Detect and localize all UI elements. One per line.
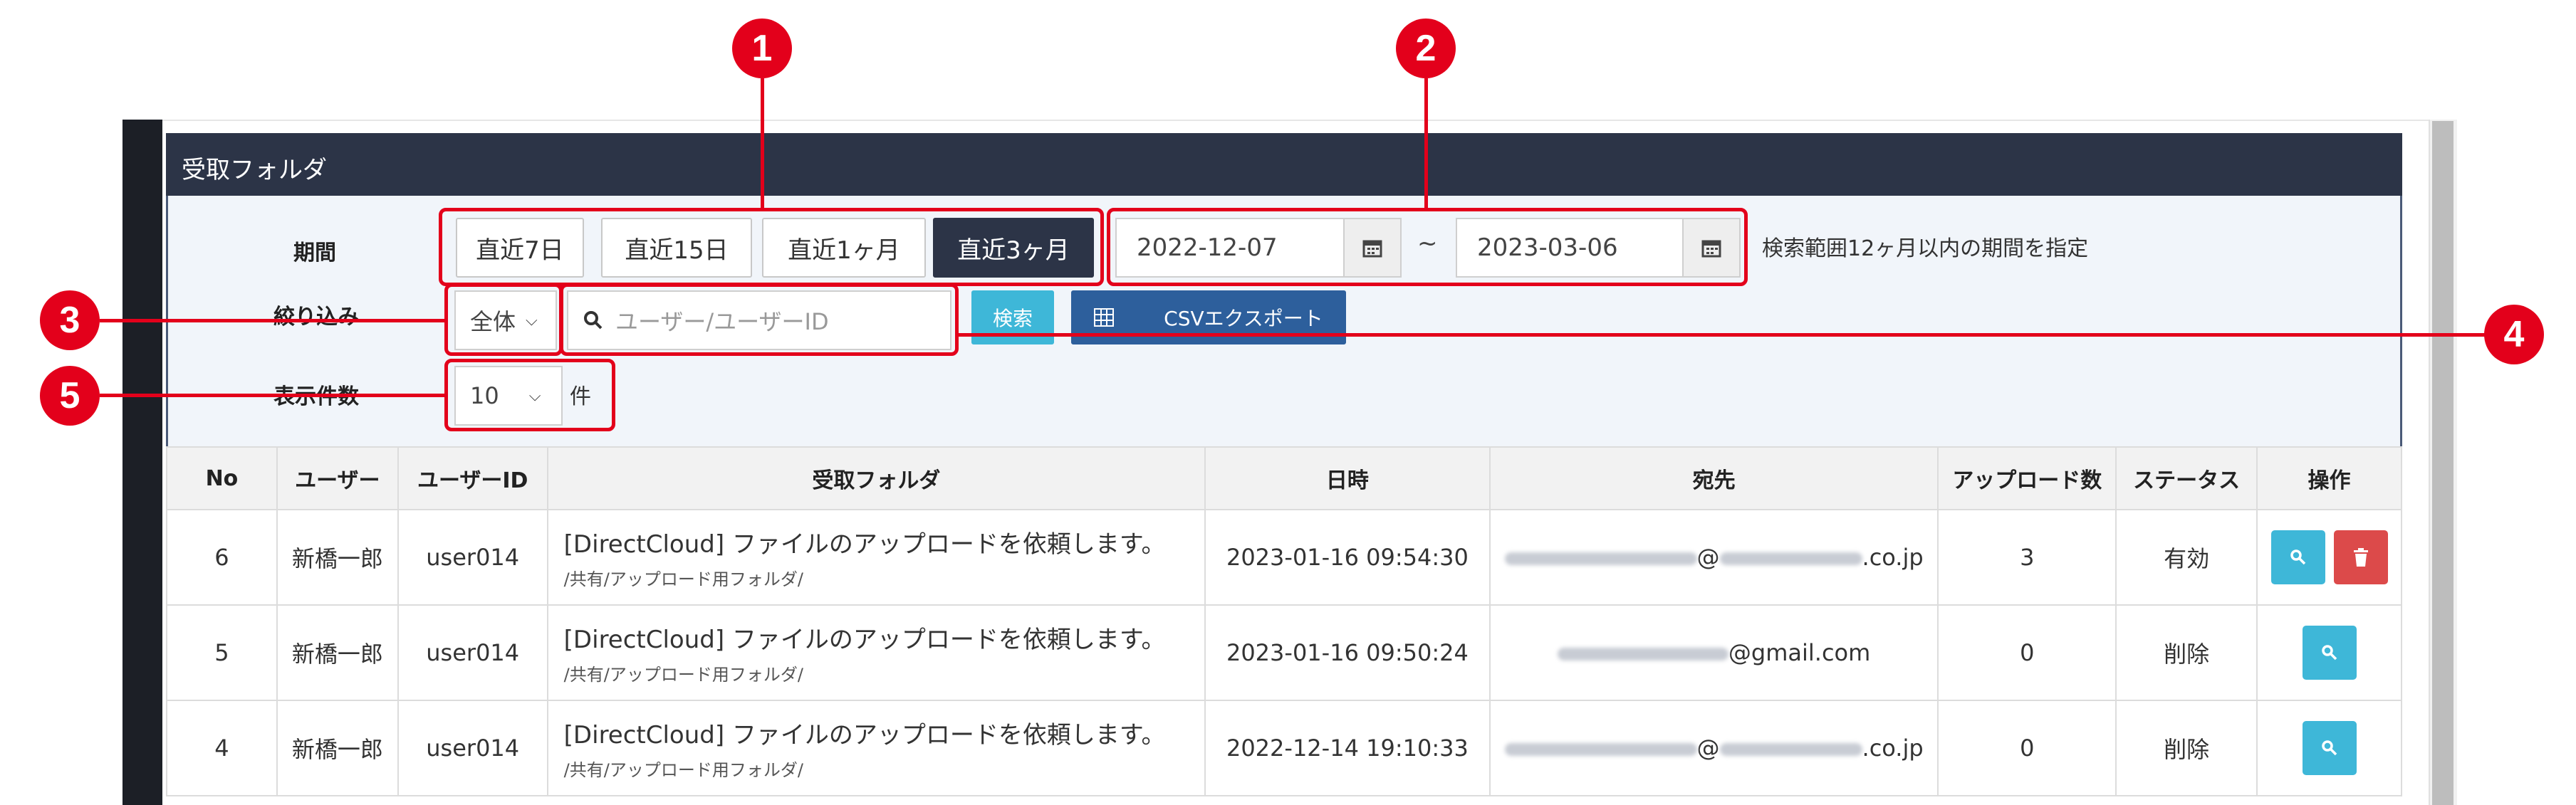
- table-row[interactable]: 5 新橋一郎 user014 [DirectCloud] ファイルのアップロード…: [166, 604, 2402, 701]
- redacted-text: [1719, 552, 1862, 565]
- date-range-note: 検索範囲12ヶ月以内の期間を指定: [1762, 236, 2089, 261]
- callout-line-1: [761, 78, 764, 209]
- app-sidebar-edge: [122, 120, 164, 805]
- cell-user-id: user014: [397, 604, 548, 701]
- search-icon: [2290, 549, 2305, 565]
- search-icon: [2321, 740, 2337, 756]
- callout-box-date-range: [1107, 208, 1748, 286]
- received-folder-table: No ユーザー ユーザーID 受取フォルダ 日時 宛先 アップロード数 ステータ…: [166, 446, 2402, 796]
- table-icon: [1094, 308, 1115, 327]
- cell-datetime: 2023-01-16 09:50:24: [1204, 604, 1491, 701]
- dest-suffix: .co.jp: [1862, 544, 1924, 571]
- cell-user-id: user014: [397, 509, 548, 606]
- search-icon: [2321, 645, 2337, 661]
- cell-no: 6: [166, 509, 278, 606]
- cell-status: 削除: [2115, 700, 2258, 796]
- header-destination[interactable]: 宛先: [1488, 446, 1939, 510]
- header-user[interactable]: ユーザー: [276, 446, 399, 510]
- cell-no: 5: [166, 604, 278, 701]
- header-no[interactable]: No: [166, 446, 278, 510]
- cell-upload-count: 3: [1937, 509, 2117, 606]
- callout-box-display-count: [444, 359, 615, 431]
- cell-upload-count: 0: [1937, 700, 2117, 796]
- cell-destination: @ .co.jp: [1488, 700, 1939, 796]
- header-actions: 操作: [2256, 446, 2402, 510]
- trash-icon: [2353, 548, 2368, 567]
- callout-line-3: [100, 319, 446, 322]
- callout-badge-3: 3: [40, 290, 100, 350]
- cell-user: 新橋一郎: [276, 700, 399, 796]
- folder-title: [DirectCloud] ファイルのアップロードを依頼します。: [563, 530, 1166, 559]
- callout-box-search: [560, 283, 959, 356]
- folder-path: /共有/アップロード用フォルダ/: [563, 665, 803, 685]
- csv-export-label: CSVエクスポート: [1164, 307, 1323, 330]
- cell-actions: [2256, 604, 2402, 701]
- header-status[interactable]: ステータス: [2115, 446, 2258, 510]
- folder-title: [DirectCloud] ファイルのアップロードを依頼します。: [563, 721, 1166, 749]
- cell-destination: @ .co.jp: [1488, 509, 1939, 606]
- delete-button[interactable]: [2333, 530, 2388, 584]
- cell-upload-count: 0: [1937, 604, 2117, 701]
- dest-at: @: [1696, 544, 1720, 571]
- dest-suffix: @gmail.com: [1728, 639, 1871, 666]
- table-row[interactable]: 4 新橋一郎 user014 [DirectCloud] ファイルのアップロード…: [166, 700, 2402, 796]
- cell-status: 削除: [2115, 604, 2258, 701]
- redacted-text: [1504, 743, 1697, 756]
- callout-line-2: [1424, 78, 1428, 209]
- dest-at: @: [1696, 735, 1720, 762]
- callout-badge-1: 1: [732, 19, 792, 78]
- cell-folder[interactable]: [DirectCloud] ファイルのアップロードを依頼します。 /共有/アップ…: [546, 700, 1206, 796]
- header-user-id[interactable]: ユーザーID: [397, 446, 548, 510]
- header-datetime[interactable]: 日時: [1204, 446, 1491, 510]
- table-header-row: No ユーザー ユーザーID 受取フォルダ 日時 宛先 アップロード数 ステータ…: [166, 446, 2402, 510]
- cell-folder[interactable]: [DirectCloud] ファイルのアップロードを依頼します。 /共有/アップ…: [546, 604, 1206, 701]
- cell-actions: [2256, 700, 2402, 796]
- callout-line-5: [100, 394, 446, 397]
- cell-datetime: 2023-01-16 09:54:30: [1204, 509, 1491, 606]
- header-upload-count[interactable]: アップロード数: [1937, 446, 2117, 510]
- narrow-label: 絞り込み: [273, 305, 359, 330]
- callout-badge-5: 5: [40, 366, 100, 426]
- period-label: 期間: [293, 241, 336, 265]
- scrollbar-thumb[interactable]: [2432, 121, 2454, 805]
- redacted-text: [1504, 552, 1697, 565]
- callout-line-4: [959, 333, 2486, 337]
- view-button[interactable]: [2302, 626, 2357, 680]
- folder-path: /共有/アップロード用フォルダ/: [563, 760, 803, 780]
- callout-box-period-buttons: [439, 208, 1104, 286]
- folder-path: /共有/アップロード用フォルダ/: [563, 569, 803, 589]
- cell-user-id: user014: [397, 700, 548, 796]
- header-folder[interactable]: 受取フォルダ: [546, 446, 1206, 510]
- view-button[interactable]: [2270, 530, 2325, 584]
- folder-title: [DirectCloud] ファイルのアップロードを依頼します。: [563, 626, 1166, 654]
- cell-destination: @gmail.com: [1488, 604, 1939, 701]
- cell-user: 新橋一郎: [276, 509, 399, 606]
- cell-status: 有効: [2115, 509, 2258, 606]
- callout-box-scope-select: [444, 283, 563, 356]
- callout-badge-4: 4: [2484, 305, 2544, 364]
- panel-title: 受取フォルダ: [166, 133, 2402, 196]
- dest-suffix: .co.jp: [1862, 735, 1924, 762]
- callout-badge-2: 2: [1396, 19, 1456, 78]
- view-button[interactable]: [2302, 721, 2357, 775]
- redacted-text: [1557, 648, 1728, 661]
- redacted-text: [1719, 743, 1862, 756]
- cell-folder[interactable]: [DirectCloud] ファイルのアップロードを依頼します。 /共有/アップ…: [546, 509, 1206, 606]
- cell-user: 新橋一郎: [276, 604, 399, 701]
- cell-no: 4: [166, 700, 278, 796]
- cell-actions: [2256, 509, 2402, 606]
- table-row[interactable]: 6 新橋一郎 user014 [DirectCloud] ファイルのアップロード…: [166, 509, 2402, 606]
- cell-datetime: 2022-12-14 19:10:33: [1204, 700, 1491, 796]
